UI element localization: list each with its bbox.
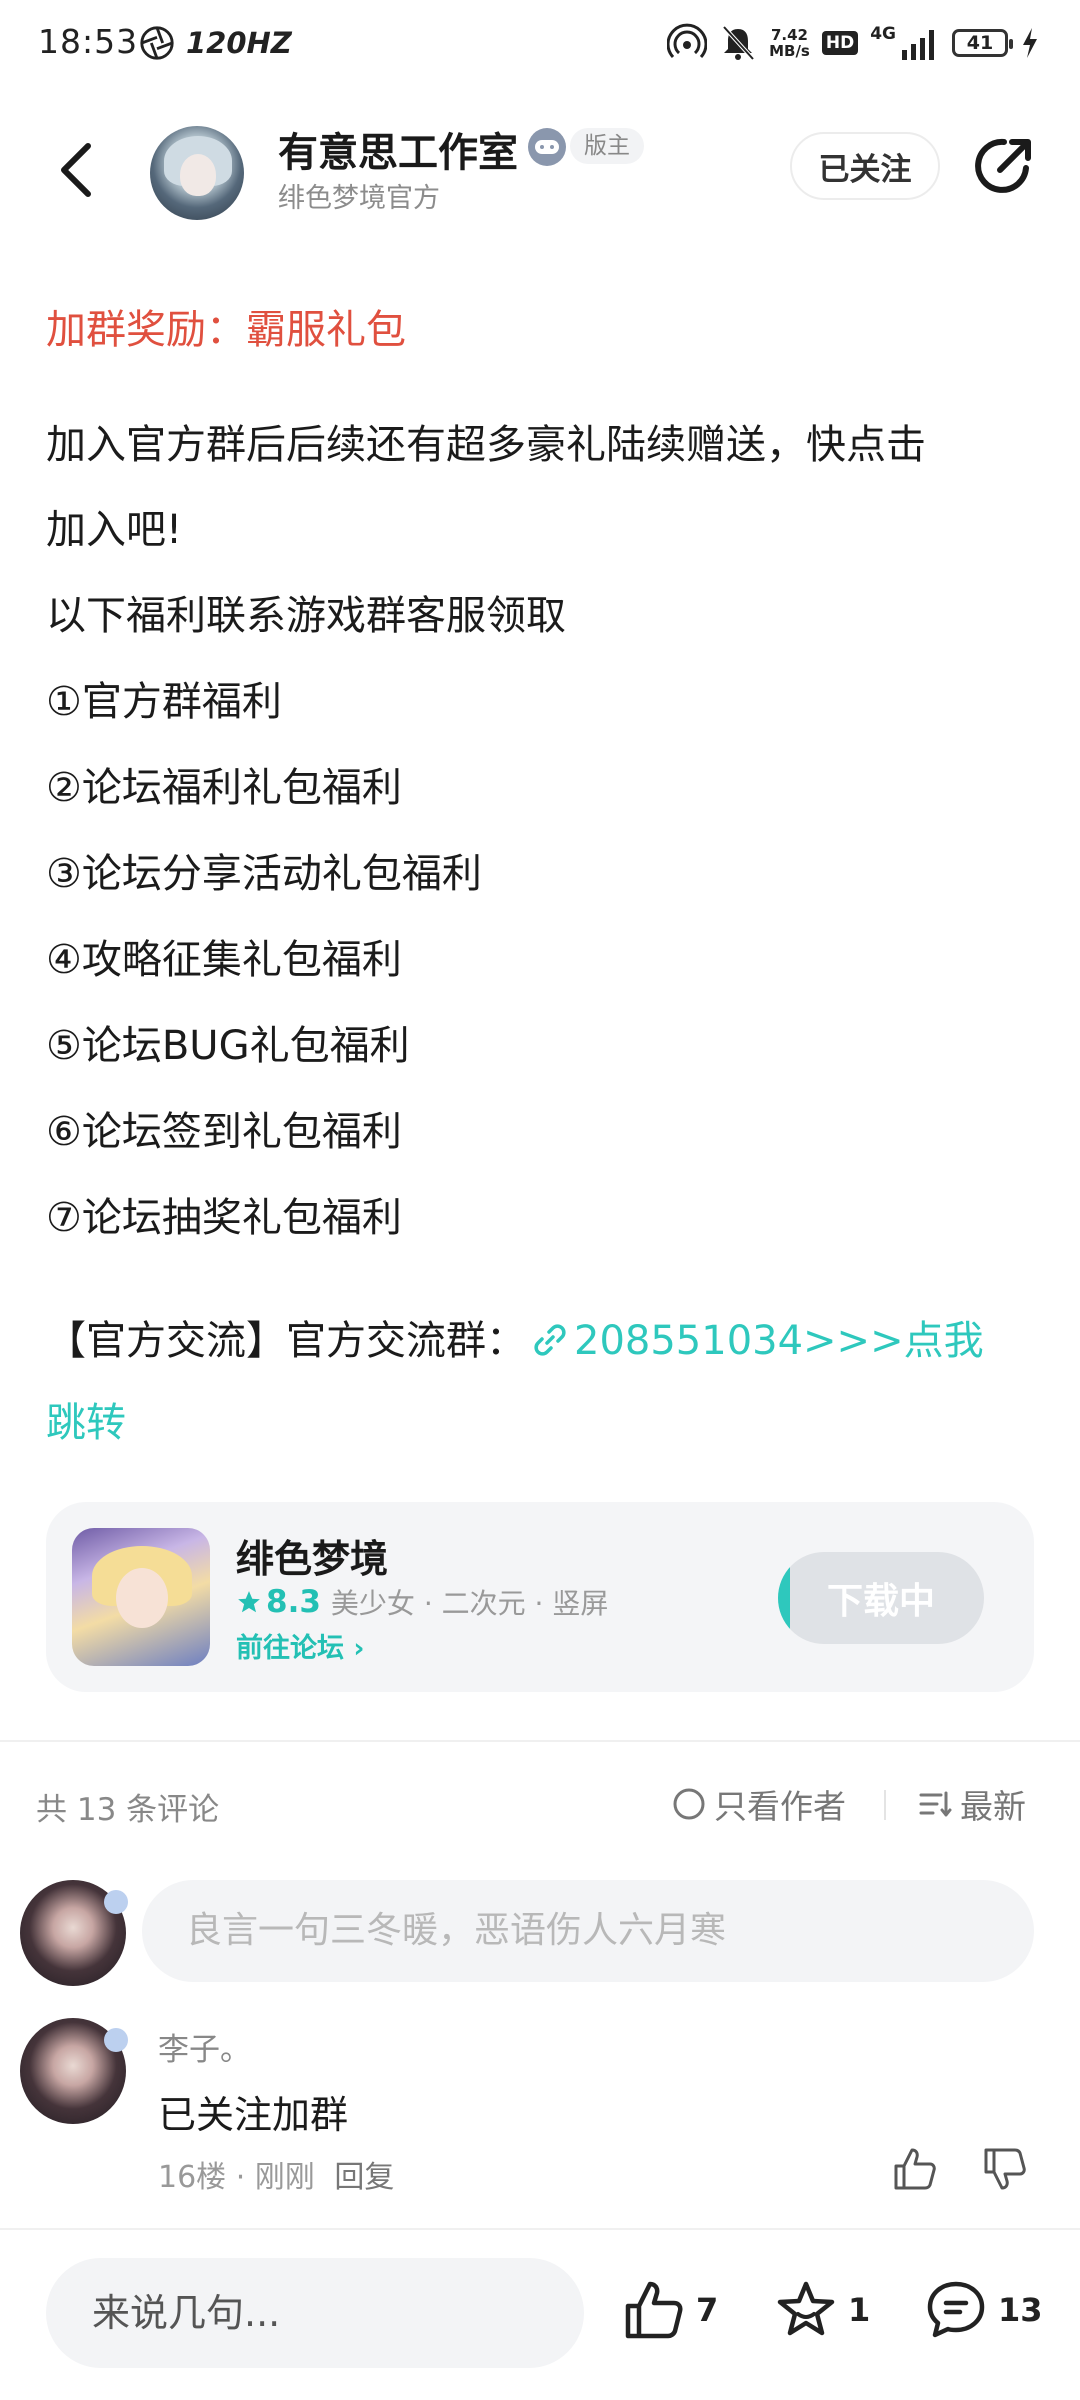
game-tags: 美少女 · 二次元 · 竖屏 bbox=[330, 1587, 609, 1620]
group-link[interactable]: 208551034>>>点我 bbox=[574, 1318, 984, 1364]
star-icon bbox=[238, 1591, 260, 1613]
group-link-jump[interactable]: 跳转 bbox=[46, 1400, 126, 1446]
list-item: ⑥论坛签到礼包福利 bbox=[46, 1109, 402, 1155]
commenter-name[interactable]: 李子。 bbox=[158, 2024, 251, 2069]
comment-meta: 16楼 · 刚刚 回复 bbox=[158, 2152, 394, 2196]
chat-bubble-icon bbox=[927, 2281, 985, 2338]
comment-total: 13 bbox=[998, 2291, 1043, 2329]
download-button[interactable]: 下载中 bbox=[778, 1552, 984, 1644]
comment-count: 共 13 条评论 bbox=[36, 1792, 220, 1828]
back-arrow-icon[interactable] bbox=[48, 130, 108, 210]
game-icon[interactable] bbox=[72, 1528, 210, 1666]
bottom-comment-input[interactable]: 来说几句... bbox=[46, 2258, 584, 2368]
forum-link[interactable]: 前往论坛 › bbox=[236, 1626, 365, 1665]
gamepad-badge-icon bbox=[528, 128, 566, 166]
filter-divider bbox=[884, 1790, 886, 1820]
intro-line-2: 加入吧! bbox=[46, 507, 183, 553]
group-line: 【官方交流】官方交流群： 208551034>>>点我 跳转 bbox=[46, 1300, 1046, 1464]
aperture-icon bbox=[140, 26, 174, 60]
thumbs-up-icon bbox=[625, 2281, 683, 2339]
comment-button[interactable]: 13 bbox=[924, 2278, 1043, 2342]
refresh-rate: 120HZ bbox=[186, 26, 292, 60]
game-card[interactable]: 绯色梦境 8.3 美少女 · 二次元 · 竖屏 前往论坛 › 下载中 bbox=[46, 1502, 1034, 1692]
status-bar: 18:53 120HZ 7.42 MB/s HD 4G 41 bbox=[0, 0, 1080, 90]
sort-icon bbox=[919, 1791, 952, 1817]
link-icon[interactable] bbox=[530, 1320, 570, 1360]
download-label: 下载中 bbox=[826, 1581, 935, 1622]
reply-button[interactable]: 回复 bbox=[334, 2160, 394, 2195]
reward-title: 加群奖励：霸服礼包 bbox=[46, 307, 406, 353]
like-count: 7 bbox=[696, 2291, 719, 2329]
hd-badge: HD bbox=[821, 31, 859, 55]
thumbs-up-icon[interactable] bbox=[892, 2146, 938, 2192]
group-prefix: 【官方交流】官方交流群： bbox=[46, 1318, 526, 1364]
game-name[interactable]: 绯色梦境 bbox=[236, 1528, 388, 1583]
commenter-avatar[interactable] bbox=[20, 2018, 128, 2124]
network-type: 4G bbox=[870, 24, 896, 44]
signal-icon bbox=[902, 30, 934, 60]
section-divider bbox=[0, 1740, 1080, 1742]
mute-bell-icon bbox=[722, 25, 755, 61]
share-icon[interactable] bbox=[970, 132, 1038, 200]
comment-input[interactable]: 良言一句三冬暖，恶语伤人六月寒 bbox=[142, 1880, 1034, 1982]
author-name[interactable]: 有意思工作室 bbox=[278, 120, 518, 178]
my-avatar[interactable] bbox=[20, 1880, 128, 1986]
intro-line-1: 加入官方群后后续还有超多豪礼陆续赠送，快点击 bbox=[46, 422, 926, 468]
author-subtitle: 绯色梦境官方 bbox=[278, 183, 440, 214]
game-rating: 8.3 bbox=[236, 1584, 321, 1620]
thumbs-down-icon[interactable] bbox=[982, 2146, 1028, 2192]
sort-toggle[interactable]: 最新 bbox=[918, 1780, 1026, 1828]
favorite-button[interactable]: 1 bbox=[774, 2278, 870, 2342]
status-time: 18:53 bbox=[38, 22, 139, 61]
net-speed: 7.42 MB/s bbox=[769, 26, 810, 60]
status-icons: 7.42 MB/s HD 4G 41 bbox=[667, 20, 1040, 66]
radio-circle-icon bbox=[673, 1788, 705, 1820]
download-progress-fill bbox=[778, 1552, 791, 1644]
list-item: ⑤论坛BUG礼包福利 bbox=[46, 1023, 410, 1069]
list-item: ⑦论坛抽奖礼包福利 bbox=[46, 1195, 402, 1241]
comment-floor-time: 16楼 · 刚刚 bbox=[158, 2160, 315, 2195]
follow-button[interactable]: 已关注 bbox=[790, 132, 940, 200]
star-outline-icon bbox=[777, 2281, 835, 2336]
list-item: ①官方群福利 bbox=[46, 679, 282, 725]
list-item: 以下福利联系游戏群客服领取 bbox=[46, 593, 566, 639]
author-only-toggle[interactable]: 只看作者 bbox=[672, 1780, 846, 1828]
like-button[interactable]: 7 bbox=[622, 2278, 718, 2342]
list-item: ④攻略征集礼包福利 bbox=[46, 937, 402, 983]
comment-text: 已关注加群 bbox=[158, 2093, 349, 2137]
list-item: ②论坛福利礼包福利 bbox=[46, 765, 402, 811]
hotspot-icon bbox=[667, 23, 708, 59]
author-avatar[interactable] bbox=[150, 126, 244, 220]
list-item: ③论坛分享活动礼包福利 bbox=[46, 851, 482, 897]
bottom-divider bbox=[0, 2228, 1080, 2230]
charging-icon bbox=[1023, 28, 1037, 58]
game-meta: 8.3 美少女 · 二次元 · 竖屏 bbox=[236, 1582, 608, 1622]
favorite-count: 1 bbox=[848, 2291, 871, 2329]
moderator-badge: 版主 bbox=[570, 128, 644, 164]
battery-icon: 41 bbox=[952, 29, 1013, 57]
post-header: 有意思工作室 版主 绯色梦境官方 已关注 bbox=[0, 110, 1080, 230]
benefit-list: 以下福利联系游戏群客服领取 ①官方群福利 ②论坛福利礼包福利 ③论坛分享活动礼包… bbox=[46, 573, 566, 1261]
